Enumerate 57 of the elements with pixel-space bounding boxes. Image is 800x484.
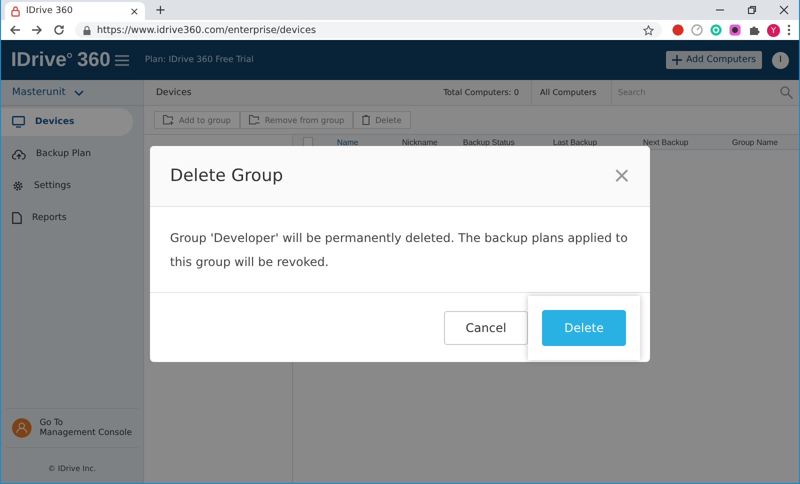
document-icon: [12, 212, 22, 224]
management-console-link[interactable]: Go To Management Console: [6, 408, 138, 448]
sidebar-item[interactable]: Devices: [1, 108, 133, 136]
restore-icon[interactable]: [747, 5, 757, 15]
account-selector[interactable]: Masterunit: [1, 80, 143, 106]
close-icon[interactable]: [779, 5, 789, 15]
toolbar-button[interactable]: Remove from group: [240, 111, 354, 129]
lock-icon: [11, 6, 20, 16]
delete-button[interactable]: Delete: [542, 310, 626, 346]
dialog-message: Group 'Developer' will be permanently deleted. The backup plans applied to this group will be revoked.: [170, 230, 629, 270]
total-computers-label: Total Computers: 0: [444, 88, 520, 97]
plan-label: Plan: IDrive 360 Free Trial: [145, 55, 254, 65]
sidebar-item[interactable]: Settings: [1, 172, 133, 200]
search-icon: [780, 86, 793, 99]
extension-icon[interactable]: [729, 24, 741, 36]
column-header: Backup Status: [463, 138, 516, 146]
add-computers-button[interactable]: Add Computers: [666, 51, 762, 69]
column-header[interactable]: Name: [337, 138, 402, 146]
close-tab-button[interactable]: ×: [130, 4, 139, 18]
logo: IDrive 360: [11, 48, 112, 72]
address-bar[interactable]: https://www.idrive360.com/enterprise/devices: [75, 22, 662, 38]
column-header: Group Name: [732, 138, 778, 146]
forward-icon[interactable]: [31, 24, 43, 36]
sidebar-item[interactable]: Reports: [1, 204, 133, 232]
lock-icon: [83, 26, 91, 34]
trash-icon: [362, 115, 370, 125]
chevron-down-icon: [74, 90, 84, 96]
gear-icon: [12, 180, 24, 192]
cloud-upload-icon: [12, 148, 26, 160]
plus-icon: [672, 55, 682, 65]
sidebar-item[interactable]: Backup Plan: [1, 140, 133, 168]
back-icon[interactable]: [9, 24, 21, 36]
column-header: Next Backup: [643, 138, 690, 146]
new-tab-button[interactable]: +: [155, 3, 166, 18]
puzzle-icon[interactable]: [748, 24, 760, 36]
menu-icon[interactable]: [787, 24, 791, 36]
reload-icon[interactable]: [53, 24, 65, 36]
user-icon: [12, 417, 32, 439]
cancel-button[interactable]: Cancel: [444, 310, 528, 344]
monitor-icon: [12, 116, 25, 128]
star-icon[interactable]: [643, 24, 654, 36]
page-title: Devices: [155, 88, 192, 98]
toolbar-button[interactable]: Add to group: [154, 111, 240, 129]
dialog-title: Delete Group: [170, 166, 284, 186]
close-button[interactable]: ×: [614, 162, 630, 190]
column-header: Nickname: [402, 138, 439, 146]
filter-dropdown[interactable]: All Computers: [531, 80, 612, 105]
menu-icon[interactable]: [115, 54, 129, 66]
folder-minus-icon: [248, 115, 260, 125]
profile-avatar[interactable]: Y: [767, 24, 780, 36]
column-header: Last Backup: [553, 138, 598, 146]
browser-tab[interactable]: IDrive 360 ×: [5, 2, 145, 20]
select-all-checkbox[interactable]: [303, 137, 313, 147]
folder-plus-icon: [163, 115, 174, 125]
toolbar-button[interactable]: Delete: [353, 111, 411, 129]
tab-title: IDrive 360: [26, 6, 74, 16]
user-avatar[interactable]: I: [772, 52, 789, 68]
